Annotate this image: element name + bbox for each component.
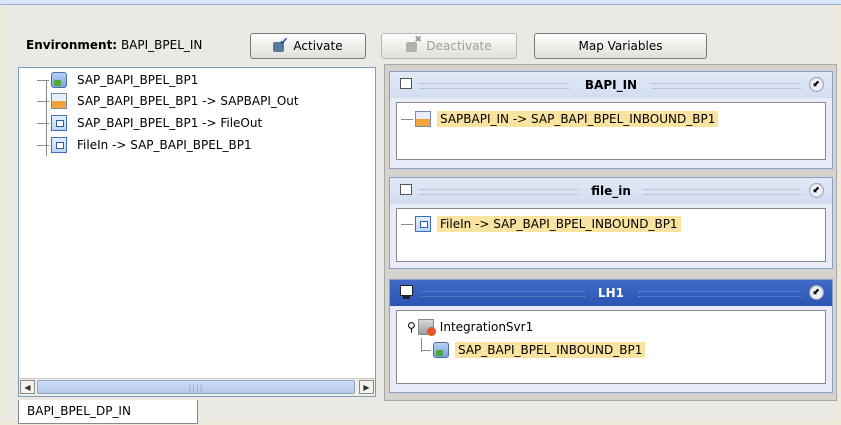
logical-host-panel-lh1[interactable]: LH1 ⬋ ⚲ IntegrationSvr1 SAP_BAPI_BPEL_IN… [389,279,833,393]
tree-item[interactable]: SAP_BAPI_BPEL_BP1 -> SAPBAPI_Out [37,91,299,111]
file-icon [415,216,431,232]
sap-bapi-icon [51,93,67,109]
tree-item-label: FileIn -> SAP_BAPI_BPEL_BP1 [77,138,252,152]
tree-branch [401,118,413,120]
title-stripes [420,189,580,195]
tree-branch [421,349,431,351]
integration-server-icon [417,319,436,336]
scrollbar-thumb[interactable]: |||| [37,380,355,394]
environment-name: BAPI_BPEL_IN [120,38,203,52]
scroll-right-button[interactable]: ▶ [359,380,374,394]
scroll-left-button[interactable]: ◀ [20,380,35,394]
collapse-icon[interactable]: ⬋ [809,183,824,198]
panel-title-bar[interactable]: file_in ⬋ [390,178,832,204]
deactivate-label: Deactivate [426,39,492,53]
sap-bapi-icon [415,111,431,127]
toolbar: Environment: BAPI_BPEL_IN Activate Deact… [4,5,837,63]
panel-item-label: SAPBAPI_IN -> SAP_BAPI_BPEL_INBOUND_BP1 [437,111,719,127]
tree-item[interactable]: SAP_BAPI_BPEL_BP1 [37,70,198,90]
tab-label: BAPI_BPEL_DP_IN [27,404,131,418]
title-stripes [652,83,802,89]
window-icon [400,184,412,195]
expand-handle-icon[interactable]: ⚲ [407,320,416,334]
title-stripes [644,189,802,195]
panel-body: SAPBAPI_IN -> SAP_BAPI_BPEL_INBOUND_BP1 [396,102,826,160]
deactivate-button[interactable]: Deactivate [381,33,517,59]
tree-item-label: SAP_BAPI_BPEL_BP1 -> SAPBAPI_Out [77,94,299,108]
tree-branch [37,100,49,102]
external-system-panel-file-in[interactable]: file_in ⬋ FileIn -> SAP_BAPI_BPEL_INBOUN… [389,177,833,269]
tree-branch [37,79,49,81]
external-system-panel-bapi-in[interactable]: BAPI_IN ⬋ SAPBAPI_IN -> SAP_BAPI_BPEL_IN… [389,71,833,169]
collapse-icon[interactable]: ⬋ [809,77,824,92]
tree-item-label: SAP_BAPI_BPEL_BP1 -> FileOut [77,116,263,130]
business-process-icon [51,72,67,88]
file-icon [51,115,67,131]
panel-body: ⚲ IntegrationSvr1 SAP_BAPI_BPEL_INBOUND_… [396,310,826,384]
tree-branch [401,223,413,225]
panel-title: LH1 [597,286,625,300]
environment-caption: Environment: [26,38,118,52]
collapse-icon[interactable]: ⬋ [809,285,824,300]
deployed-item-label: SAP_BAPI_BPEL_INBOUND_BP1 [455,342,646,358]
tree-branch [37,144,49,146]
activate-icon [273,35,289,53]
panel-title-bar[interactable]: LH1 ⬋ [390,280,832,306]
tree-item[interactable]: FileIn -> SAP_BAPI_BPEL_BP1 [37,135,252,155]
map-variables-button[interactable]: Map Variables [534,33,707,59]
activate-button[interactable]: Activate [250,33,366,59]
logical-host-icon [400,285,413,299]
tab-bapi-bpel-dp-in[interactable]: BAPI_BPEL_DP_IN [18,400,198,424]
window-icon [400,78,412,89]
map-variables-label: Map Variables [578,39,663,53]
business-process-icon [433,342,449,358]
panel-body: FileIn -> SAP_BAPI_BPEL_INBOUND_BP1 [396,208,826,262]
title-stripes [420,83,570,89]
activate-label: Activate [293,39,343,53]
panel-item-label: FileIn -> SAP_BAPI_BPEL_INBOUND_BP1 [437,216,681,232]
horizontal-scrollbar[interactable]: ◀ |||| ▶ [19,378,375,396]
deployment-editor: Environment: BAPI_BPEL_IN Activate Deact… [4,5,837,424]
title-stripes [638,291,802,297]
panel-title-bar[interactable]: BAPI_IN ⬋ [390,72,832,98]
server-row[interactable]: ⚲ IntegrationSvr1 [407,319,534,336]
file-icon [51,137,67,153]
deactivate-icon [406,35,422,53]
panel-item[interactable]: SAPBAPI_IN -> SAP_BAPI_BPEL_INBOUND_BP1 [401,111,719,127]
tree-item[interactable]: SAP_BAPI_BPEL_BP1 -> FileOut [37,113,262,133]
logical-host-area: BAPI_IN ⬋ SAPBAPI_IN -> SAP_BAPI_BPEL_IN… [384,64,837,401]
title-stripes [420,291,585,297]
component-tree: SAP_BAPI_BPEL_BP1 SAP_BAPI_BPEL_BP1 -> S… [18,67,376,397]
panel-title: BAPI_IN [584,78,638,92]
tree-item-label: SAP_BAPI_BPEL_BP1 [77,73,199,87]
tree-branch [37,122,49,124]
deployed-item[interactable]: SAP_BAPI_BPEL_INBOUND_BP1 [421,342,646,358]
panel-item[interactable]: FileIn -> SAP_BAPI_BPEL_INBOUND_BP1 [401,216,681,232]
environment-label: Environment: BAPI_BPEL_IN [26,38,202,52]
server-label: IntegrationSvr1 [439,320,534,334]
panel-title: file_in [591,184,631,198]
